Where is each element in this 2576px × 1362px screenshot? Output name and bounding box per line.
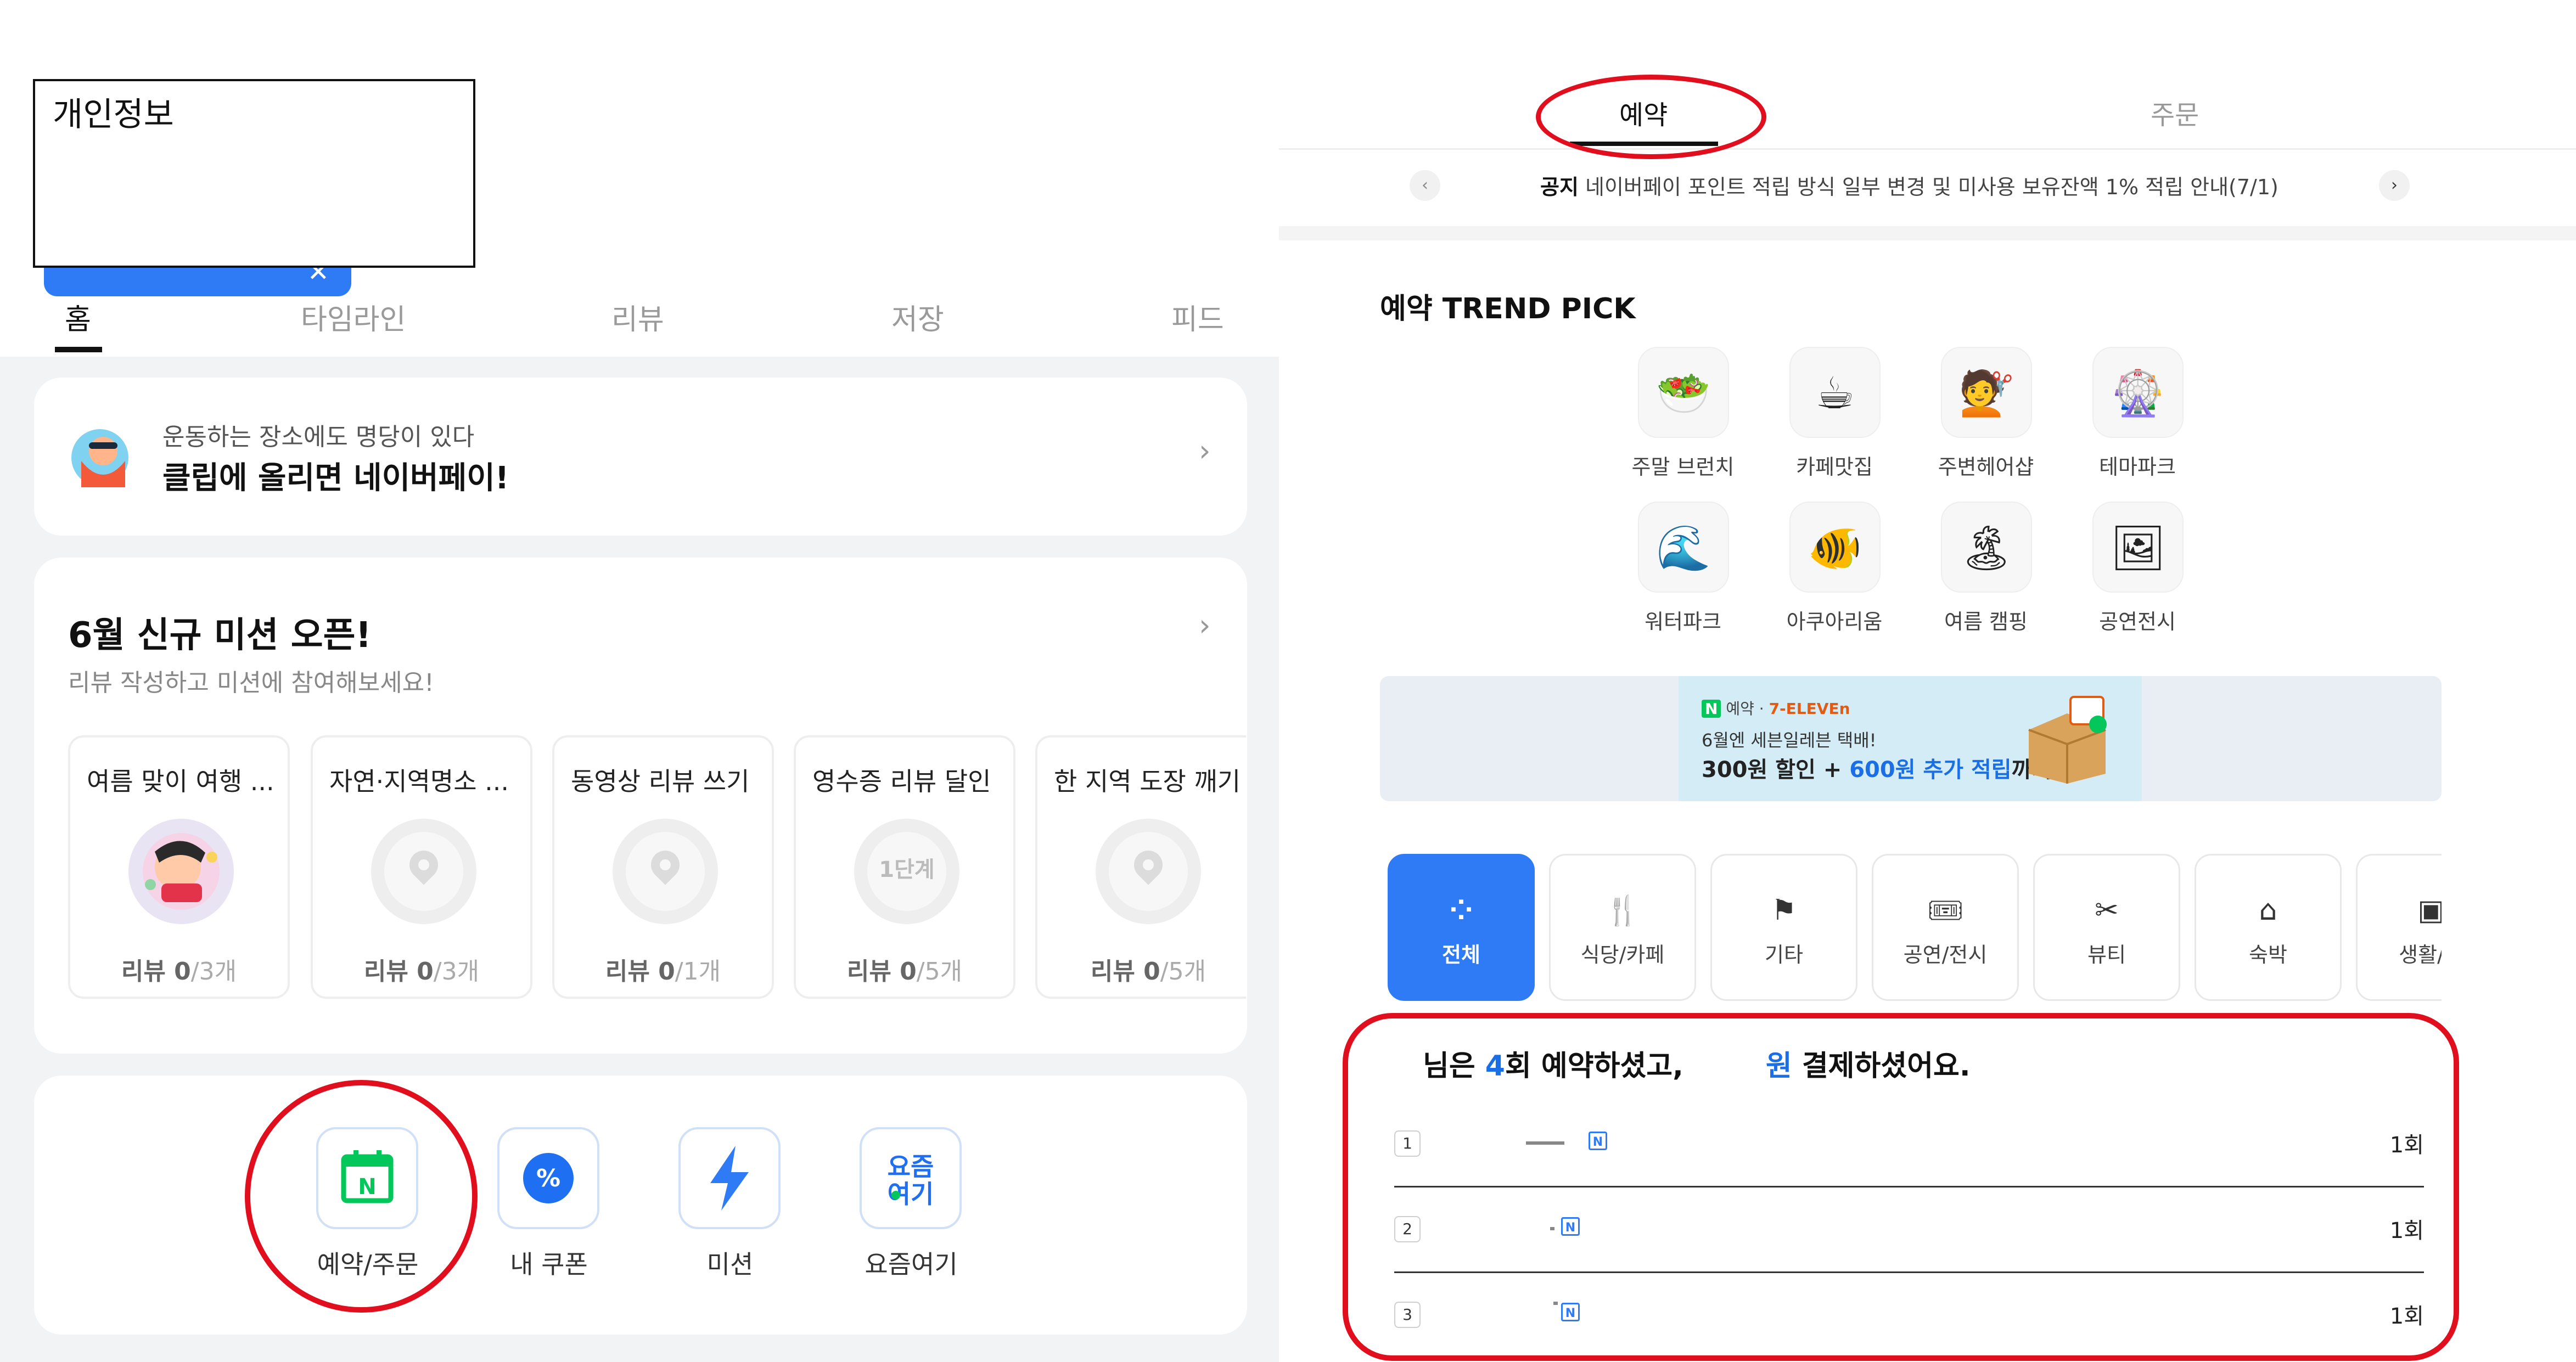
tab-review[interactable]: 리뷰 xyxy=(611,296,664,337)
banner-title: 클립에 올리면 네이버페이! xyxy=(162,460,509,496)
shortcut-label: 미션 xyxy=(706,1250,754,1279)
shortcut-section xyxy=(34,1076,1247,1335)
mission-button[interactable] xyxy=(678,1127,781,1229)
yojeum-yeogi-button[interactable]: 요즘 여기 xyxy=(860,1127,962,1229)
mission-subtitle: 리뷰 작성하고 미션에 참여해보세요! xyxy=(68,669,434,697)
tab-order[interactable]: 주문 xyxy=(2151,93,2199,132)
category-all[interactable]: ⁘ 전체 xyxy=(1388,854,1535,1001)
ad-line: 6월엔 세븐일레븐 택배! xyxy=(1702,730,1877,751)
mission-card[interactable]: 여름 맞이 여행 ... 리뷰 0/3개 xyxy=(68,735,290,999)
flag-icon: ⚑ xyxy=(1771,894,1797,927)
banner-subtitle: 운동하는 장소에도 명당이 있다 xyxy=(162,423,475,451)
waterpark-icon[interactable]: 🌊 xyxy=(1638,502,1729,593)
category-performance-exhibition[interactable]: 🎟 공연/전시 xyxy=(1872,854,2019,1001)
shortcut-label: 요즘여기 xyxy=(865,1250,958,1279)
tab-timeline[interactable]: 타임라인 xyxy=(301,296,406,337)
coffee-icon[interactable]: ☕ xyxy=(1789,347,1881,438)
notice-prev-button[interactable]: ‹ xyxy=(1410,170,1440,201)
mission-progress: 리뷰 0/5개 xyxy=(846,958,963,986)
notice-bar[interactable]: 공지 네이버페이 포인트 적립 방식 일부 변경 및 미사용 보유잔액 1% 적… xyxy=(1540,170,2278,200)
shortcut-label: 내 쿠폰 xyxy=(510,1250,588,1279)
mission-badge-character-icon xyxy=(128,819,234,924)
category-living[interactable]: ▣ 생활/물 xyxy=(2356,854,2442,1001)
mission-card-title: 여름 맞이 여행 ... xyxy=(87,767,274,796)
trend-label: 여름 캠핑 xyxy=(1944,610,2028,634)
mission-title: 6월 신규 미션 오픈! xyxy=(68,615,372,656)
ad-brand: N 예약 · 7-ELEVEn xyxy=(1702,697,1850,719)
mission-progress: 리뷰 0/3개 xyxy=(121,958,237,986)
house-icon: ⌂ xyxy=(2259,894,2277,927)
notice-text: 네이버페이 포인트 적립 방식 일부 변경 및 미사용 보유잔액 1% 적립 안… xyxy=(1585,175,2278,199)
trend-pick-title: 예약 TREND PICK xyxy=(1380,292,1636,325)
trend-label: 주변헤어샵 xyxy=(1938,455,2034,479)
notice-tag: 공지 xyxy=(1540,175,1579,199)
tab-feed[interactable]: 피드 xyxy=(1171,296,1224,337)
image-icon: ▣ xyxy=(2358,894,2442,927)
coupon-icon: % xyxy=(523,1153,574,1203)
mission-card[interactable]: 한 지역 도장 깨기 리뷰 0/5개 xyxy=(1035,735,1246,999)
mission-card[interactable]: 영수증 리뷰 달인 1단계 리뷰 0/5개 xyxy=(794,735,1015,999)
promo-character-icon xyxy=(71,429,128,487)
notice-next-button[interactable]: › xyxy=(2379,170,2410,201)
mission-card[interactable]: 자연·지역명소 ... 리뷰 0/3개 xyxy=(311,735,532,999)
svg-text:요즘: 요즘 xyxy=(888,1152,934,1181)
divider xyxy=(1279,148,2576,150)
brunch-icon[interactable]: 🥗 xyxy=(1638,347,1729,438)
lightning-icon xyxy=(710,1146,749,1211)
palm-island-icon[interactable]: 🏝 xyxy=(1941,502,2032,593)
mission-card-title: 영수증 리뷰 달인 xyxy=(812,767,991,796)
mission-card-title: 동영상 리뷰 쓰기 xyxy=(571,767,750,796)
grid-dots-icon: ⁘ xyxy=(1449,894,1473,927)
category-restaurant-cafe[interactable]: 🍴 식당/카페 xyxy=(1549,854,1696,1001)
ad-headline: 300원 할인 + 600원 추가 적립까지 xyxy=(1702,757,2052,783)
mission-badge-placeholder xyxy=(1096,819,1201,924)
mission-badge-placeholder xyxy=(613,819,718,924)
exhibition-icon[interactable]: 🖼 xyxy=(2092,502,2184,593)
trend-label: 워터파크 xyxy=(1645,610,1721,634)
fork-knife-icon: 🍴 xyxy=(1604,894,1641,927)
mission-card[interactable]: 동영상 리뷰 쓰기 리뷰 0/1개 xyxy=(552,735,774,999)
highlight-oval xyxy=(1536,75,1766,159)
fish-icon[interactable]: 🐠 xyxy=(1789,502,1881,593)
seven-eleven-logo: 7-ELEVEn xyxy=(1769,700,1850,718)
trend-label: 아쿠아리움 xyxy=(1786,610,1883,634)
category-etc[interactable]: ⚑ 기타 xyxy=(1710,854,1857,1001)
step-label: 1단계 xyxy=(879,857,935,882)
privacy-redaction-box: 개인정보 xyxy=(33,79,475,268)
ticket-icon: 🎟 xyxy=(1927,894,1963,927)
highlight-circle xyxy=(245,1080,478,1313)
mission-card-title: 한 지역 도장 깨기 xyxy=(1054,767,1241,796)
highlight-oval xyxy=(1343,1013,2459,1361)
mission-step-badge: 1단계 xyxy=(854,819,959,924)
mission-progress: 리뷰 0/3개 xyxy=(363,958,480,986)
tab-saved[interactable]: 저장 xyxy=(891,296,944,337)
trend-label: 테마파크 xyxy=(2099,455,2176,479)
parcel-box-icon xyxy=(2028,696,2107,784)
trend-label: 공연전시 xyxy=(2099,610,2176,634)
mission-progress: 리뷰 0/5개 xyxy=(1090,958,1206,986)
trend-label: 주말 브런치 xyxy=(1631,455,1735,479)
yojeum-yeogi-icon: 요즘 여기 xyxy=(888,1152,934,1209)
my-coupon-button[interactable]: % xyxy=(497,1127,599,1229)
svg-text:%: % xyxy=(536,1164,560,1192)
hair-dryer-icon[interactable]: 💇 xyxy=(1941,347,2032,438)
privacy-label: 개인정보 xyxy=(53,95,174,134)
chevron-right-icon[interactable]: › xyxy=(1199,434,1211,468)
naver-n-icon: N xyxy=(1702,700,1721,718)
tab-home[interactable]: 홈 xyxy=(65,296,91,337)
active-tab-indicator xyxy=(55,347,102,352)
category-beauty[interactable]: ✂ 뷰티 xyxy=(2033,854,2180,1001)
chevron-right-icon[interactable]: › xyxy=(1199,608,1211,643)
ferris-wheel-icon[interactable]: 🎡 xyxy=(2092,347,2184,438)
mission-progress: 리뷰 0/1개 xyxy=(605,958,721,986)
mission-badge-placeholder xyxy=(371,819,476,924)
category-lodging[interactable]: ⌂ 숙박 xyxy=(2195,854,2342,1001)
trend-label: 카페맛집 xyxy=(1796,455,1873,479)
mission-card-title: 자연·지역명소 ... xyxy=(329,767,509,796)
scissors-icon: ✂ xyxy=(2095,894,2119,927)
section-separator xyxy=(1279,226,2576,240)
